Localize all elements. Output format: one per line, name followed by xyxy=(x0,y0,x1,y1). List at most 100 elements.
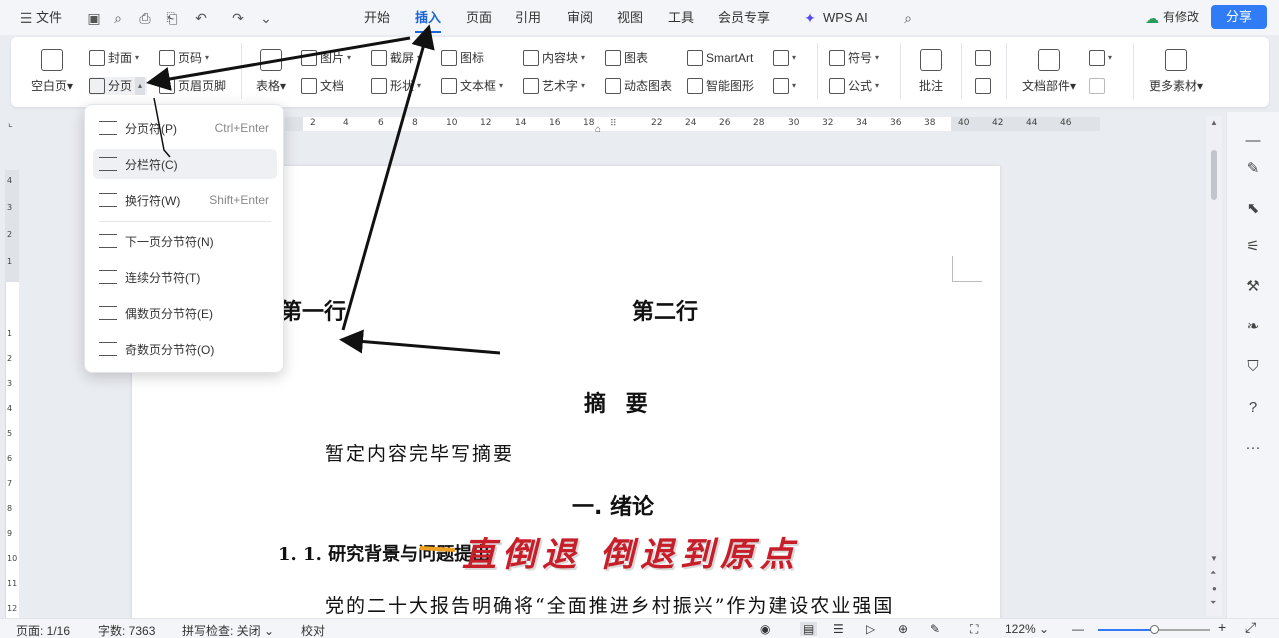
textbox-button[interactable]: 文本框 ▾ xyxy=(441,77,503,95)
proofread-button[interactable]: 校对 xyxy=(301,622,325,638)
select-cursor-icon[interactable]: ⬉ xyxy=(1243,198,1263,218)
modified-status[interactable]: 有修改 xyxy=(1163,8,1199,25)
attachment-button[interactable]: ▾ xyxy=(1089,49,1112,67)
zoom-slider-handle[interactable] xyxy=(1150,625,1159,634)
shirt-icon[interactable]: ⛉ xyxy=(1243,356,1263,376)
print-icon[interactable]: ⎙ xyxy=(135,8,155,28)
menu-item-line-break[interactable]: 换行符(W) Shift+Enter xyxy=(93,185,277,215)
chapter-heading[interactable]: 一. 绪论 xyxy=(572,489,654,521)
tab-member[interactable]: 会员专享 xyxy=(718,8,770,28)
document-button[interactable]: 文档 xyxy=(301,77,344,95)
hyperlink-button[interactable] xyxy=(975,49,991,67)
tab-view[interactable]: 视图 xyxy=(617,8,643,28)
web-view-icon[interactable]: ⊕ xyxy=(898,622,908,636)
page-break-button[interactable]: 分页 ▴ xyxy=(89,77,148,95)
cover-button[interactable]: 封面 ▾ xyxy=(89,49,139,67)
eye-icon[interactable]: ◉ xyxy=(760,622,770,636)
zoom-level[interactable]: 122% ⌄ xyxy=(1005,622,1049,636)
menu-item-page-break[interactable]: 分页符(P) Ctrl+Enter xyxy=(93,113,277,143)
smart-shape-button[interactable]: 智能图形 xyxy=(687,77,754,95)
next-page-icon[interactable]: ⏷ xyxy=(1210,598,1216,608)
abstract-body[interactable]: 暂定内容完毕写摘要 xyxy=(325,439,514,466)
doc-parts-button[interactable]: 文档部件▾ xyxy=(1017,49,1081,94)
zoom-in-button[interactable]: + xyxy=(1218,619,1226,635)
select-browse-icon[interactable]: ● xyxy=(1212,584,1217,593)
tab-stop-icon[interactable]: ⌞ xyxy=(8,118,13,129)
more-icon[interactable]: ··· xyxy=(1243,437,1263,457)
save-icon[interactable]: ▣ xyxy=(84,8,104,28)
dynamic-chart-button[interactable]: 动态图表 xyxy=(605,77,672,95)
scroll-up-icon[interactable]: ▲ xyxy=(1210,118,1218,127)
tab-tools[interactable]: 工具 xyxy=(668,8,694,28)
share-button[interactable]: 分享 xyxy=(1211,5,1267,29)
doc-line-second[interactable]: 第二行 xyxy=(632,294,698,326)
tools-icon[interactable]: ⚒ xyxy=(1243,276,1263,296)
page-number-button[interactable]: 页码 ▾ xyxy=(159,49,209,67)
play-icon[interactable]: ▷ xyxy=(866,622,875,636)
help-icon[interactable]: ? xyxy=(1243,397,1263,417)
spellcheck-status[interactable]: 拼写检查: 关闭 ⌄ xyxy=(182,622,274,638)
tab-review[interactable]: 审阅 xyxy=(567,8,593,28)
scrollbar-thumb[interactable] xyxy=(1211,150,1217,200)
collapse-line-icon[interactable]: — xyxy=(1243,130,1263,150)
indent-marker-icon[interactable]: ⌂ xyxy=(595,124,601,135)
ruler-tick: 46 xyxy=(1060,118,1072,128)
wordart-button[interactable]: 艺术字 ▾ xyxy=(523,77,585,95)
file-menu[interactable]: 文件 xyxy=(36,8,62,28)
menu-item-even-page-section[interactable]: 偶数页分节符(E) xyxy=(93,298,277,328)
page-view-icon[interactable]: ▤ xyxy=(800,622,818,636)
tab-page[interactable]: 页面 xyxy=(466,8,492,28)
text-format-button[interactable] xyxy=(1089,77,1105,95)
table-button[interactable]: 表格▾ xyxy=(251,49,291,94)
prev-page-icon[interactable]: ⏶ xyxy=(1210,568,1216,578)
column-marker-icon[interactable]: ⠿ xyxy=(610,118,617,129)
outline-view-icon[interactable]: ☰ xyxy=(833,622,844,636)
more-materials-button[interactable]: 更多素材▾ xyxy=(1145,49,1207,94)
picture-button[interactable]: 图片 ▾ xyxy=(301,49,351,67)
menu-item-continuous-section[interactable]: 连续分节符(T) xyxy=(93,262,277,292)
doc-line-first[interactable]: 第一行 xyxy=(280,294,346,326)
zoom-out-button[interactable]: — xyxy=(1072,622,1084,636)
pen-mode-icon[interactable]: ✎ xyxy=(930,622,940,636)
menu-item-odd-page-section[interactable]: 奇数页分节符(O) xyxy=(93,334,277,364)
comment-button[interactable]: 批注 xyxy=(911,49,951,94)
more-chevron-icon[interactable]: ⌄ xyxy=(256,8,276,28)
header-footer-button[interactable]: 页眉页脚 xyxy=(159,77,226,95)
scroll-down-icon[interactable]: ▼ xyxy=(1210,554,1218,563)
tab-wps-ai[interactable]: WPS AI xyxy=(823,8,868,28)
tab-home[interactable]: 开始 xyxy=(364,8,390,28)
word-count[interactable]: 字数: 7363 xyxy=(98,622,155,638)
bookmark-button[interactable] xyxy=(975,77,991,95)
formula-button[interactable]: 公式 ▾ xyxy=(829,77,879,95)
style-icon[interactable]: ❧ xyxy=(1243,316,1263,336)
adjust-sliders-icon[interactable]: ⚟ xyxy=(1243,236,1263,256)
ruler-tick: 10 xyxy=(446,118,458,128)
blank-page-button[interactable]: 空白页▾ xyxy=(29,49,75,94)
undo-icon[interactable]: ↶ xyxy=(191,8,211,28)
smartart-button[interactable]: SmartArt xyxy=(687,49,753,67)
menu-item-next-page-section[interactable]: 下一页分节符(N) xyxy=(93,226,277,256)
screenshot-button[interactable]: 截屏 ▾ xyxy=(371,49,421,67)
icons-button[interactable]: 图标 xyxy=(441,49,484,67)
menu-icon[interactable]: ☰ xyxy=(16,8,36,28)
section-heading[interactable]: 1. 1. 研究背景与问题提出 xyxy=(278,540,490,566)
abstract-heading[interactable]: 摘 要 xyxy=(584,386,654,418)
flowchart-button[interactable]: ▾ xyxy=(773,77,796,95)
link-icon[interactable]: ⌕ xyxy=(108,8,128,28)
tab-references[interactable]: 引用 xyxy=(515,8,541,28)
fit-screen-icon[interactable]: ⛶ xyxy=(970,622,978,637)
fullscreen-icon[interactable]: ⤢ xyxy=(1245,619,1256,636)
pen-icon[interactable]: ✎ xyxy=(1243,158,1263,178)
tab-insert[interactable]: 插入 xyxy=(415,8,442,33)
print-preview-icon[interactable]: ⎗ xyxy=(162,8,182,28)
redo-icon[interactable]: ↷ xyxy=(228,8,248,28)
menu-item-column-break[interactable]: 分栏符(C) xyxy=(93,149,277,179)
chart-button[interactable]: 图表 xyxy=(605,49,648,67)
shape-button[interactable]: 形状 ▾ xyxy=(371,77,421,95)
symbol-button[interactable]: 符号 ▾ xyxy=(829,49,879,67)
page-count[interactable]: 页面: 1/16 xyxy=(16,622,70,638)
shape-tools-button[interactable]: ▾ xyxy=(773,49,796,67)
body-paragraph[interactable]: 党的二十大报告明确将“全面推进乡村振兴”作为建设农业强国 xyxy=(325,591,894,618)
content-block-button[interactable]: 内容块 ▾ xyxy=(523,49,585,67)
search-icon[interactable]: ⌕ xyxy=(898,8,918,28)
